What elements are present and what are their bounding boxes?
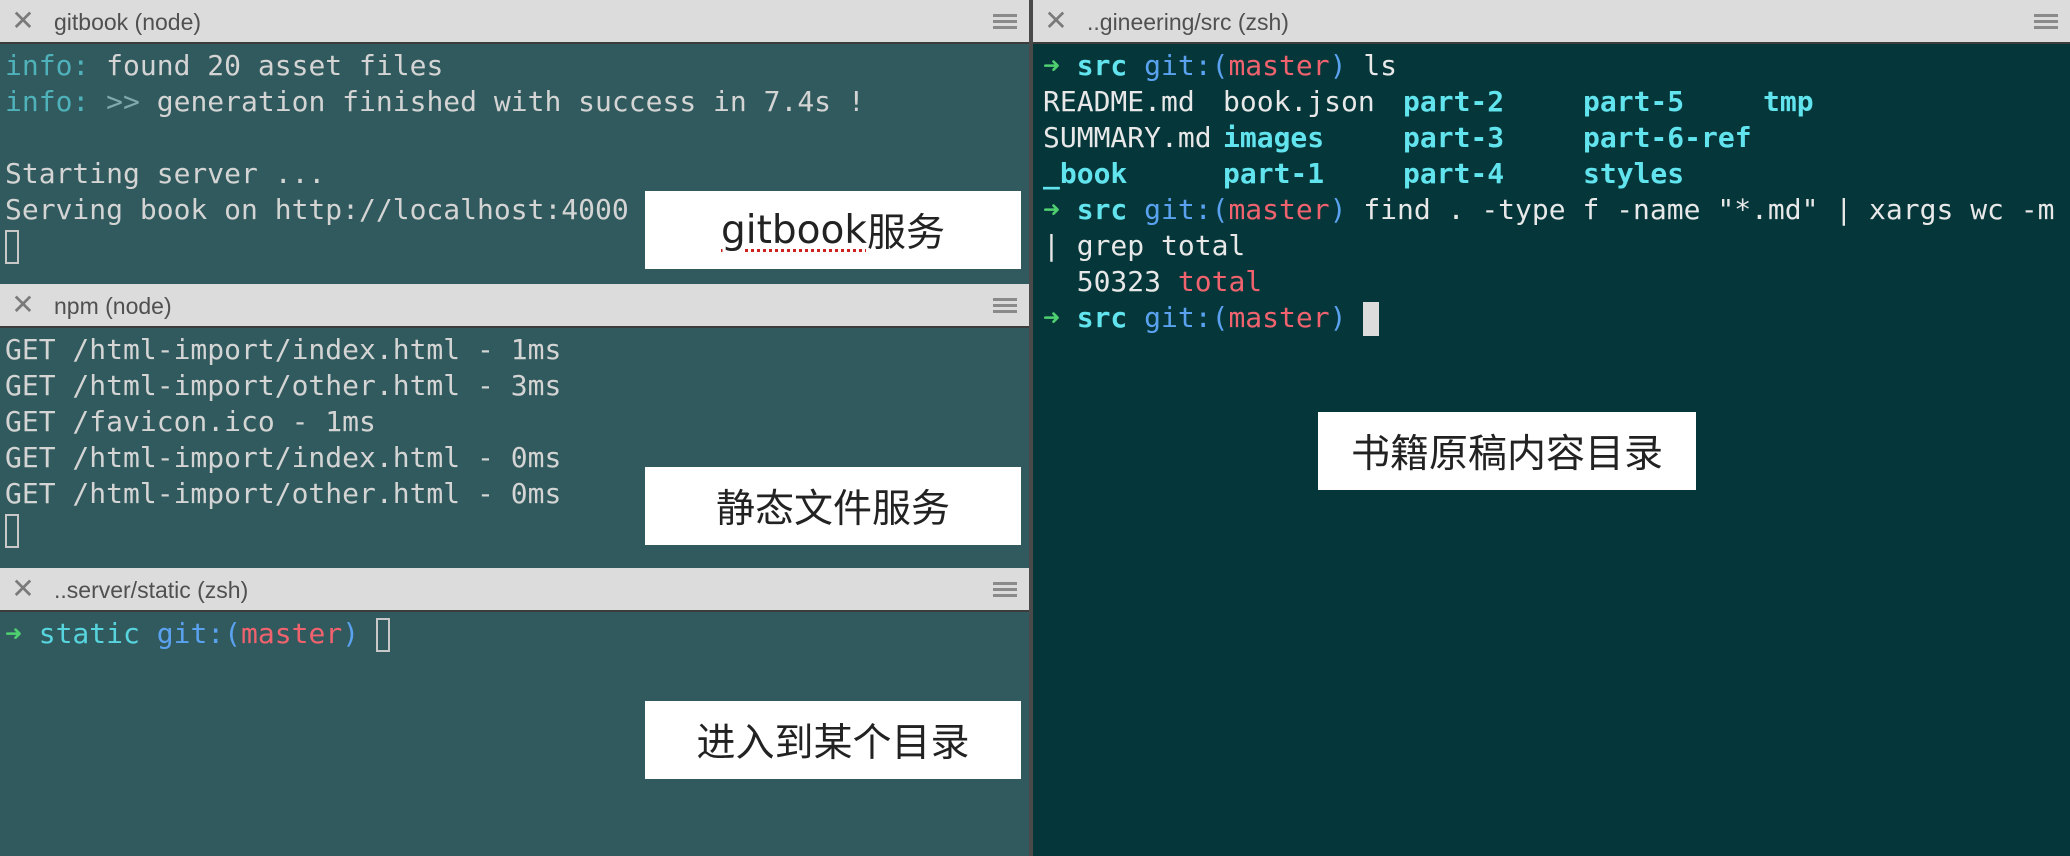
ls-cell: tmp xyxy=(1763,85,1814,118)
terminal-cursor xyxy=(1363,302,1380,336)
close-icon[interactable]: ✕ xyxy=(1043,6,1069,36)
ls-cell: SUMMARY.md xyxy=(1043,121,1212,154)
prompt-arrow-icon: ➜ xyxy=(1043,193,1060,226)
pane-title: gitbook (node) xyxy=(54,9,202,35)
shell-prompt: ➜ static git:(master) xyxy=(5,616,390,652)
terminal-cursor xyxy=(5,512,19,548)
ls-cell: part-1 xyxy=(1223,157,1325,190)
ls-cell: part-3 xyxy=(1403,121,1505,154)
hamburger-menu-icon[interactable] xyxy=(993,582,1017,598)
output-line: GET /html-import/other.html - 3ms xyxy=(5,369,562,402)
shell-prompt: ➜ src git:(master) find . -type f -name … xyxy=(1043,193,2055,226)
ls-cell: part-4 xyxy=(1403,157,1505,190)
output-line: GET /html-import/other.html - 0ms xyxy=(5,477,562,510)
pane-npm[interactable]: ✕ npm (node) GET /html-import/index.html… xyxy=(0,284,1029,568)
output-line: GET /html-import/index.html - 1ms xyxy=(5,333,562,366)
output-line: | grep total xyxy=(1043,229,1246,262)
output-line: GET /html-import/index.html - 0ms xyxy=(5,441,562,474)
pane-static[interactable]: ✕ ..server/static (zsh) ➜ static git:(ma… xyxy=(0,568,1029,856)
terminal-cursor xyxy=(5,228,19,264)
pane-title: ..gineering/src (zsh) xyxy=(1087,9,1289,35)
pane-src[interactable]: ✕ ..gineering/src (zsh) ➜ src git:(maste… xyxy=(1033,0,2070,856)
prompt-arrow-icon: ➜ xyxy=(1043,301,1060,334)
shell-prompt: ➜ src git:(master) xyxy=(1043,300,1380,336)
pane-divider[interactable] xyxy=(1029,0,1033,856)
pane-gitbook-titlebar[interactable]: ✕ gitbook (node) xyxy=(0,0,1029,44)
annotation-label: 进入到某个目录 xyxy=(645,701,1021,779)
annotation-label: gitbook 服务 xyxy=(645,191,1021,269)
ls-cell: book.json xyxy=(1223,85,1375,118)
output-line: 50323 total xyxy=(1043,265,1263,298)
ls-cell: part-2 xyxy=(1403,85,1505,118)
output-line: info: found 20 asset files xyxy=(5,49,444,82)
shell-prompt: ➜ src git:(master) ls xyxy=(1043,49,1398,82)
output-line: GET /favicon.ico - 1ms xyxy=(5,405,376,438)
output-line: Starting server ... xyxy=(5,157,326,190)
ls-cell: _book xyxy=(1043,157,1128,190)
pane-src-titlebar[interactable]: ✕ ..gineering/src (zsh) xyxy=(1033,0,2070,44)
ls-cell: styles xyxy=(1583,157,1685,190)
pane-gitbook[interactable]: ✕ gitbook (node) info: found 20 asset fi… xyxy=(0,0,1029,284)
hamburger-menu-icon[interactable] xyxy=(993,14,1017,30)
annotation-label: 静态文件服务 xyxy=(645,467,1021,545)
pane-title: npm (node) xyxy=(54,293,172,319)
pane-npm-titlebar[interactable]: ✕ npm (node) xyxy=(0,284,1029,328)
output-line: Serving book on http://localhost:4000 xyxy=(5,193,629,226)
close-icon[interactable]: ✕ xyxy=(10,574,36,604)
ls-cell: README.md xyxy=(1043,85,1195,118)
close-icon[interactable]: ✕ xyxy=(10,6,36,36)
ls-cell: part-6-ref xyxy=(1583,121,1752,154)
pane-static-titlebar[interactable]: ✕ ..server/static (zsh) xyxy=(0,568,1029,612)
close-icon[interactable]: ✕ xyxy=(10,290,36,320)
ls-cell: part-5 xyxy=(1583,85,1685,118)
hamburger-menu-icon[interactable] xyxy=(2034,14,2058,30)
prompt-arrow-icon: ➜ xyxy=(1043,49,1060,82)
prompt-arrow-icon: ➜ xyxy=(5,617,22,650)
annotation-label: 书籍原稿内容目录 xyxy=(1318,412,1696,490)
pane-title: ..server/static (zsh) xyxy=(54,577,249,603)
ls-cell: images xyxy=(1223,121,1325,154)
output-line: info: >> generation finished with succes… xyxy=(5,85,865,118)
hamburger-menu-icon[interactable] xyxy=(993,298,1017,314)
